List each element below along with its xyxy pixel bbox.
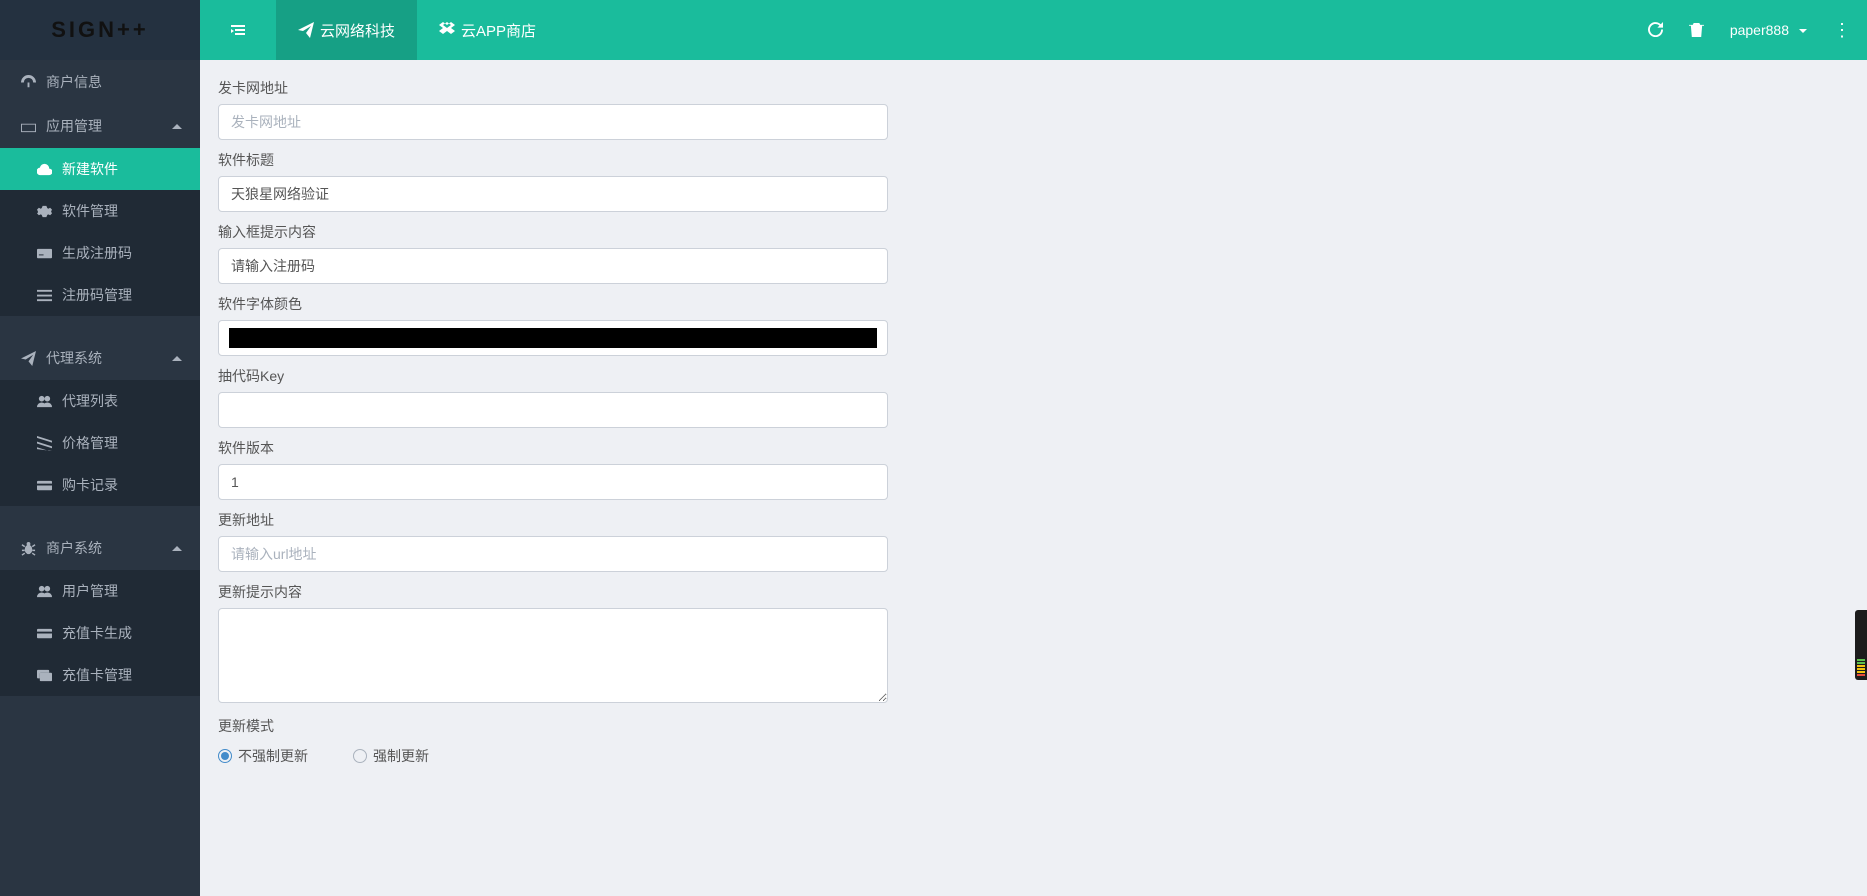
- input-card-url[interactable]: [218, 104, 888, 140]
- sidebar-recharge-manage[interactable]: 充值卡管理: [0, 654, 200, 696]
- label-code-key: 抽代码Key: [218, 366, 888, 386]
- chevron-up-icon: [172, 540, 182, 556]
- sidebar-purchase-record-label: 购卡记录: [62, 475, 118, 495]
- topnav-right: paper888 ⋮: [1648, 0, 1867, 60]
- card-icon: [37, 626, 52, 641]
- window-icon: [21, 119, 36, 134]
- radio-icon: [353, 749, 367, 763]
- input-update-url[interactable]: [218, 536, 888, 572]
- input-input-hint[interactable]: [218, 248, 888, 284]
- dropbox-icon: [439, 22, 455, 38]
- sidebar-merchant-info[interactable]: 商户信息: [0, 60, 200, 104]
- users-icon: [37, 394, 52, 409]
- topnav: 云网络科技 云APP商店 paper888 ⋮: [200, 0, 1867, 60]
- sidebar-toggle-button[interactable]: [200, 0, 276, 60]
- textarea-update-hint[interactable]: [218, 608, 888, 703]
- indent-icon: [230, 22, 246, 38]
- input-code-key[interactable]: [218, 392, 888, 428]
- sidebar-merchant-info-label: 商户信息: [46, 72, 102, 92]
- sidebar-agent-list[interactable]: 代理列表: [0, 380, 200, 422]
- radio-group-update-mode: 不强制更新 强制更新: [218, 742, 888, 766]
- card-icon: [37, 246, 52, 261]
- radio-force[interactable]: 强制更新: [353, 746, 429, 766]
- radio-icon: [218, 749, 232, 763]
- card-icon: [37, 478, 52, 493]
- logo-text: SIGN++: [51, 17, 148, 43]
- sidebar-gen-regcode[interactable]: 生成注册码: [0, 232, 200, 274]
- sidebar-merchant-system[interactable]: 商户系统: [0, 526, 200, 570]
- sidebar-recharge-gen-label: 充值卡生成: [62, 623, 132, 643]
- chevron-up-icon: [172, 118, 182, 134]
- topnav-app-store[interactable]: 云APP商店: [417, 0, 558, 60]
- topnav-cloud-network-label: 云网络科技: [320, 20, 395, 41]
- list-icon: [37, 288, 52, 303]
- sidebar-user-manage-label: 用户管理: [62, 581, 118, 601]
- paper-plane-icon: [21, 351, 36, 366]
- trash-button[interactable]: [1689, 22, 1704, 39]
- topnav-app-store-label: 云APP商店: [461, 20, 536, 41]
- trash-icon: [1689, 22, 1704, 37]
- sidebar-merchant-system-label: 商户系统: [46, 538, 102, 558]
- label-software-title: 软件标题: [218, 150, 888, 170]
- sidebar-agent-system-label: 代理系统: [46, 348, 102, 368]
- stripe-icon: [37, 436, 52, 451]
- label-input-hint: 输入框提示内容: [218, 222, 888, 242]
- more-menu-button[interactable]: ⋮: [1833, 21, 1847, 40]
- radio-force-label: 强制更新: [373, 746, 429, 766]
- label-font-color: 软件字体颜色: [218, 294, 888, 314]
- input-software-title[interactable]: [218, 176, 888, 212]
- sidebar-software-manage-label: 软件管理: [62, 201, 118, 221]
- radio-no-force[interactable]: 不强制更新: [218, 746, 308, 766]
- card-stack-icon: [37, 668, 52, 683]
- sidebar-app-manage[interactable]: 应用管理: [0, 104, 200, 148]
- input-font-color[interactable]: [218, 320, 888, 356]
- label-version: 软件版本: [218, 438, 888, 458]
- sidebar-agent-system[interactable]: 代理系统: [0, 336, 200, 380]
- sidebar-recharge-gen[interactable]: 充值卡生成: [0, 612, 200, 654]
- label-update-hint: 更新提示内容: [218, 582, 888, 602]
- paper-plane-icon: [298, 22, 314, 38]
- sidebar-recharge-manage-label: 充值卡管理: [62, 665, 132, 685]
- logo-box: SIGN++: [0, 0, 200, 60]
- sidebar-app-manage-label: 应用管理: [46, 116, 102, 136]
- perf-widget[interactable]: [1855, 610, 1867, 680]
- main-content: 发卡网地址 软件标题 输入框提示内容 软件字体颜色 抽代码Key 软件版本 更新: [200, 60, 1867, 896]
- vertical-dots-icon: ⋮: [1833, 21, 1847, 39]
- form-new-software: 发卡网地址 软件标题 输入框提示内容 软件字体颜色 抽代码Key 软件版本 更新: [218, 78, 888, 766]
- topbar: SIGN++ 云网络科技 云APP商店 paper888 ⋮: [0, 0, 1867, 60]
- bug-icon: [21, 541, 36, 556]
- input-version[interactable]: [218, 464, 888, 500]
- sidebar: 商户信息 应用管理 新建软件 软件管理 生成注册码 注册码管理 代理系统 代理列…: [0, 60, 200, 896]
- caret-down-icon: [1795, 22, 1807, 38]
- sidebar-new-software[interactable]: 新建软件: [0, 148, 200, 190]
- refresh-icon: [1648, 22, 1663, 37]
- sidebar-price-manage-label: 价格管理: [62, 433, 118, 453]
- label-update-mode: 更新模式: [218, 716, 888, 736]
- sidebar-purchase-record[interactable]: 购卡记录: [0, 464, 200, 506]
- sidebar-new-software-label: 新建软件: [62, 159, 118, 179]
- username-label: paper888: [1730, 22, 1789, 38]
- radio-no-force-label: 不强制更新: [238, 746, 308, 766]
- refresh-button[interactable]: [1648, 22, 1663, 39]
- sidebar-software-manage[interactable]: 软件管理: [0, 190, 200, 232]
- sidebar-user-manage[interactable]: 用户管理: [0, 570, 200, 612]
- cloud-icon: [37, 162, 52, 177]
- user-menu[interactable]: paper888: [1730, 22, 1807, 38]
- sidebar-regcode-manage-label: 注册码管理: [62, 285, 132, 305]
- label-card-url: 发卡网地址: [218, 78, 888, 98]
- cog-icon: [37, 204, 52, 219]
- sidebar-price-manage[interactable]: 价格管理: [0, 422, 200, 464]
- users-icon: [37, 584, 52, 599]
- dashboard-icon: [21, 75, 36, 90]
- color-swatch: [229, 328, 877, 348]
- topnav-cloud-network[interactable]: 云网络科技: [276, 0, 417, 60]
- sidebar-gen-regcode-label: 生成注册码: [62, 243, 132, 263]
- sidebar-regcode-manage[interactable]: 注册码管理: [0, 274, 200, 316]
- sidebar-agent-list-label: 代理列表: [62, 391, 118, 411]
- label-update-url: 更新地址: [218, 510, 888, 530]
- chevron-up-icon: [172, 350, 182, 366]
